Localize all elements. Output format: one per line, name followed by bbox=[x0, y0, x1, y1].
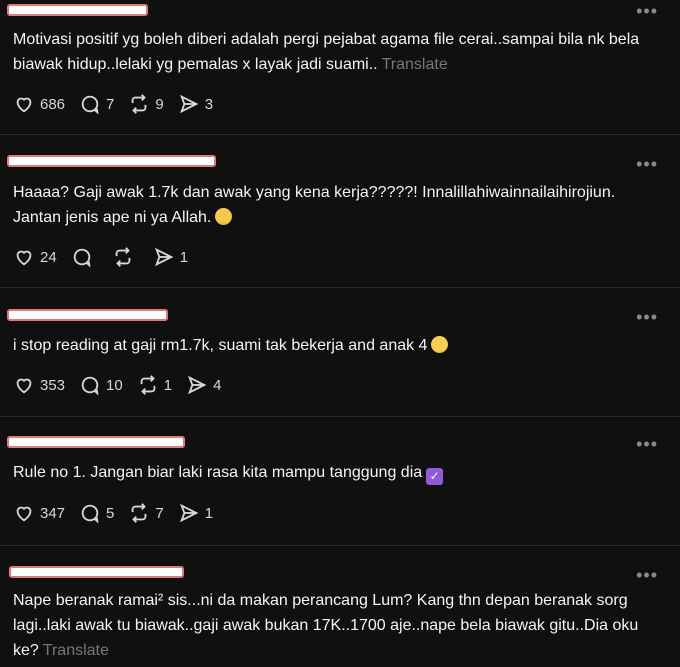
comment-icon bbox=[81, 376, 99, 396]
post-text: Rule no 1. Jangan biar laki rasa kita ma… bbox=[13, 460, 652, 485]
share-count: 3 bbox=[204, 95, 214, 113]
post-actions: 686 7 9 3 bbox=[13, 93, 227, 115]
repost-count: 7 bbox=[155, 504, 164, 522]
reply-count: 10 bbox=[106, 376, 123, 394]
comment-icon bbox=[73, 248, 91, 268]
post-body: Haaaa? Gaji awak 1.7k dan awak yang kena… bbox=[13, 184, 616, 226]
share-count: 1 bbox=[204, 504, 214, 522]
reply-button[interactable]: 7 bbox=[79, 93, 114, 115]
like-count: 347 bbox=[40, 504, 66, 522]
redacted-username bbox=[7, 4, 148, 16]
share-button[interactable]: 4 bbox=[186, 374, 221, 396]
repost-icon bbox=[132, 94, 147, 114]
post: ••• i stop reading at gaji rm1.7k, suami… bbox=[0, 288, 680, 416]
more-icon[interactable]: ••• bbox=[636, 308, 658, 326]
post: ••• Motivasi positif yg boleh diberi ada… bbox=[0, 0, 680, 134]
comment-icon bbox=[81, 95, 99, 115]
more-icon[interactable]: ••• bbox=[636, 435, 658, 453]
post-body: i stop reading at gaji rm1.7k, suami tak… bbox=[13, 337, 428, 354]
share-count: 4 bbox=[213, 376, 222, 394]
post-text: Nape beranak ramai² sis...ni da makan pe… bbox=[13, 588, 652, 663]
repost-button[interactable]: 1 bbox=[137, 374, 172, 396]
like-count: 353 bbox=[40, 376, 66, 394]
check-mark-button-emoji: ✓ bbox=[426, 468, 444, 485]
share-button[interactable]: 1 bbox=[153, 246, 188, 268]
post: ••• Rule no 1. Jangan biar laki rasa kit… bbox=[0, 417, 680, 545]
heart-icon bbox=[16, 250, 32, 266]
post-body: Motivasi positif yg boleh diberi adalah … bbox=[13, 31, 640, 73]
like-button[interactable]: 353 bbox=[13, 374, 65, 396]
post: ••• Nape beranak ramai² sis...ni da maka… bbox=[0, 546, 680, 667]
redacted-username bbox=[7, 155, 216, 167]
redacted-username bbox=[9, 566, 184, 578]
post-text: Haaaa? Gaji awak 1.7k dan awak yang kena… bbox=[13, 180, 652, 230]
translate-link[interactable]: Translate bbox=[382, 56, 448, 73]
more-icon[interactable]: ••• bbox=[636, 155, 658, 173]
post: ••• Haaaa? Gaji awak 1.7k dan awak yang … bbox=[0, 135, 680, 287]
send-icon bbox=[154, 247, 174, 267]
share-button[interactable]: 3 bbox=[178, 93, 213, 115]
flushed-face-emoji bbox=[431, 336, 449, 353]
send-icon bbox=[188, 375, 207, 395]
like-count: 686 bbox=[40, 95, 66, 113]
face-screaming-emoji bbox=[215, 208, 233, 225]
comment-icon bbox=[81, 504, 99, 524]
like-button[interactable]: 347 bbox=[13, 502, 65, 524]
redacted-username bbox=[7, 309, 168, 321]
redacted-username bbox=[7, 436, 185, 448]
repost-icon bbox=[132, 503, 147, 523]
repost-count: 9 bbox=[155, 95, 164, 113]
post-text: i stop reading at gaji rm1.7k, suami tak… bbox=[13, 333, 652, 358]
more-icon[interactable]: ••• bbox=[636, 566, 658, 584]
translate-link[interactable]: Translate bbox=[43, 642, 109, 659]
more-icon[interactable]: ••• bbox=[636, 2, 658, 20]
repost-count: 1 bbox=[163, 376, 173, 394]
share-count: 1 bbox=[179, 248, 189, 266]
like-count: 24 bbox=[40, 248, 57, 266]
post-actions: 347 5 7 1 bbox=[13, 502, 227, 524]
send-icon bbox=[179, 503, 199, 523]
reply-button[interactable]: 5 bbox=[79, 502, 114, 524]
like-button[interactable]: 24 bbox=[13, 246, 57, 268]
heart-icon bbox=[16, 97, 32, 113]
post-actions: 353 10 1 4 bbox=[13, 374, 235, 396]
repost-button[interactable] bbox=[112, 246, 139, 268]
repost-icon bbox=[140, 375, 156, 395]
reply-count: 5 bbox=[106, 504, 115, 522]
post-text: Motivasi positif yg boleh diberi adalah … bbox=[13, 27, 652, 77]
send-icon bbox=[179, 94, 199, 114]
heart-icon bbox=[16, 378, 32, 394]
share-button[interactable]: 1 bbox=[178, 502, 213, 524]
repost-button[interactable]: 9 bbox=[128, 93, 164, 115]
reply-button[interactable] bbox=[71, 246, 98, 268]
reply-count: 7 bbox=[106, 95, 115, 113]
repost-button[interactable]: 7 bbox=[128, 502, 164, 524]
like-button[interactable]: 686 bbox=[13, 93, 65, 115]
heart-icon bbox=[16, 506, 32, 522]
reply-button[interactable]: 10 bbox=[79, 374, 123, 396]
post-actions: 24 1 bbox=[13, 246, 202, 268]
post-body: Rule no 1. Jangan biar laki rasa kita ma… bbox=[13, 464, 423, 481]
repost-icon bbox=[115, 247, 131, 267]
